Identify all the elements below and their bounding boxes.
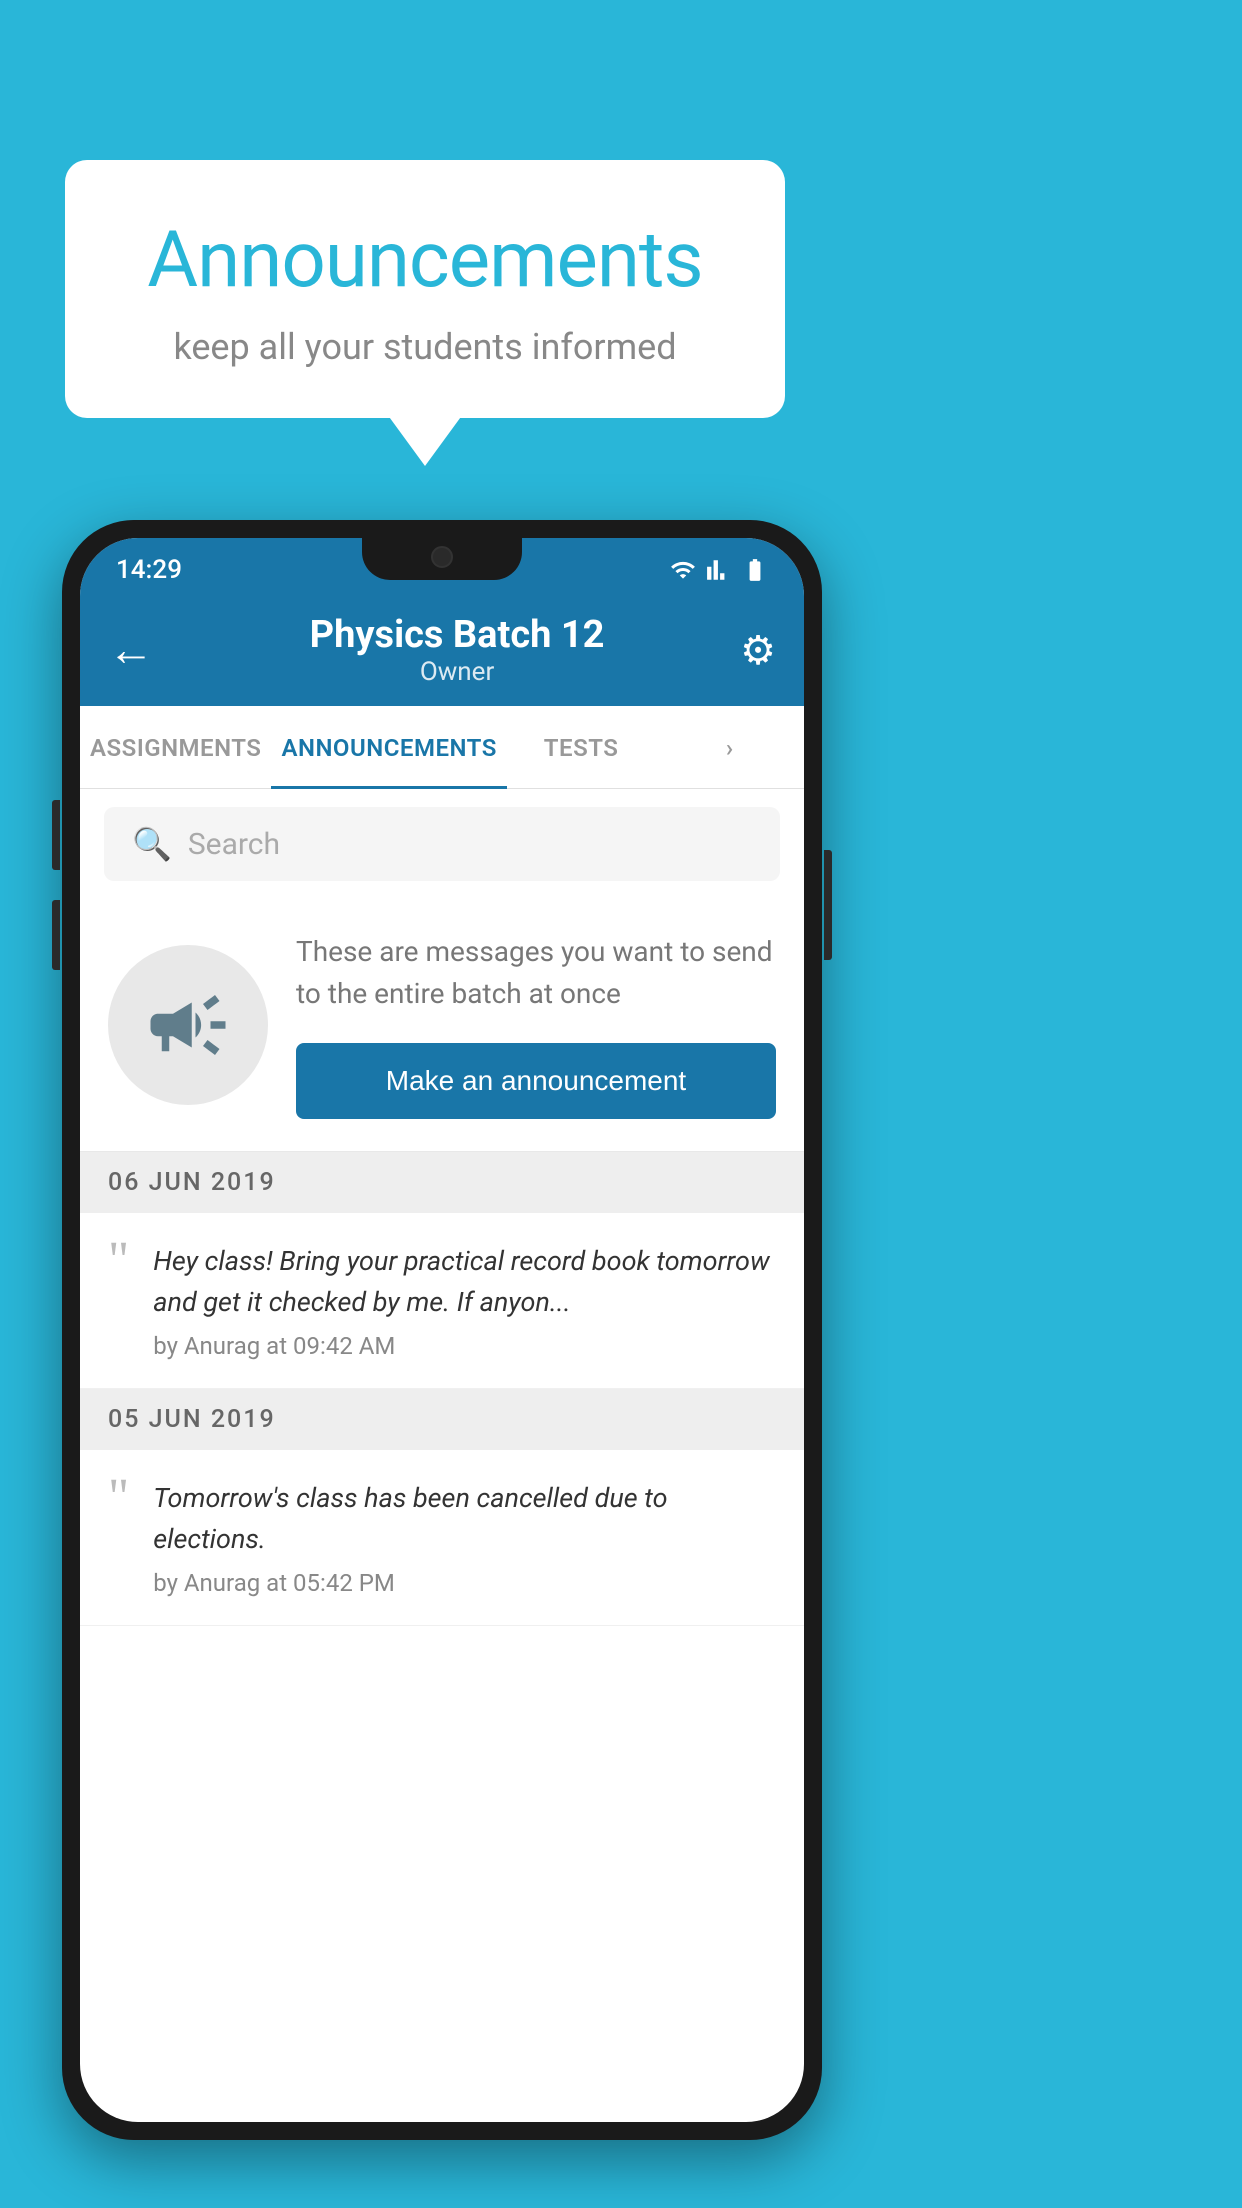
tab-more[interactable]: › (655, 706, 804, 788)
make-announcement-button[interactable]: Make an announcement (296, 1043, 776, 1119)
announcement-icon-circle (108, 945, 268, 1105)
speech-bubble: Announcements keep all your students inf… (65, 160, 785, 418)
quote-icon-2: " (108, 1472, 129, 1524)
phone-button-right (824, 850, 832, 960)
tab-announcements[interactable]: ANNOUNCEMENTS (271, 706, 506, 789)
date-separator-1: 06 JUN 2019 (80, 1152, 804, 1213)
quote-icon-1: " (108, 1235, 129, 1287)
phone-notch (362, 538, 522, 580)
app-bar-center: Physics Batch 12 Owner (174, 613, 740, 687)
app-bar: ← Physics Batch 12 Owner ⚙ (80, 594, 804, 706)
app-bar-title: Physics Batch 12 (174, 613, 740, 657)
announcement-text-2: Tomorrow's class has been cancelled due … (153, 1478, 776, 1597)
battery-icon (742, 557, 768, 583)
phone-mockup: 14:29 ← Physics Batch 12 Owner ⚙ (62, 520, 822, 2140)
search-placeholder: Search (188, 827, 280, 862)
announcement-meta-1: by Anurag at 09:42 AM (153, 1332, 776, 1360)
status-time: 14:29 (116, 555, 182, 585)
tab-tests[interactable]: TESTS (507, 706, 656, 788)
back-button[interactable]: ← (108, 627, 154, 673)
tabs-bar: ASSIGNMENTS ANNOUNCEMENTS TESTS › (80, 706, 804, 789)
announcement-item-1: " Hey class! Bring your practical record… (80, 1213, 804, 1389)
phone-button-left2 (52, 900, 60, 970)
app-bar-subtitle: Owner (174, 657, 740, 687)
settings-button[interactable]: ⚙ (740, 627, 776, 674)
status-icons (670, 557, 768, 583)
phone-outer: 14:29 ← Physics Batch 12 Owner ⚙ (62, 520, 822, 2140)
announcement-meta-2: by Anurag at 05:42 PM (153, 1569, 776, 1597)
search-icon: 🔍 (132, 825, 172, 863)
phone-screen: 14:29 ← Physics Batch 12 Owner ⚙ (80, 538, 804, 2122)
announcement-intro-right: These are messages you want to send to t… (296, 931, 776, 1119)
bubble-subtitle: keep all your students informed (125, 326, 725, 368)
phone-button-left (52, 800, 60, 870)
wifi-icon (670, 557, 696, 583)
tab-assignments[interactable]: ASSIGNMENTS (80, 706, 271, 788)
bubble-title: Announcements (125, 215, 725, 306)
date-separator-2: 05 JUN 2019 (80, 1389, 804, 1450)
signal-icon (706, 557, 732, 583)
megaphone-icon (143, 980, 233, 1070)
announcement-item-2: " Tomorrow's class has been cancelled du… (80, 1450, 804, 1626)
announcement-intro-text: These are messages you want to send to t… (296, 931, 776, 1015)
announcement-intro: These are messages you want to send to t… (80, 899, 804, 1152)
speech-bubble-container: Announcements keep all your students inf… (65, 160, 785, 418)
announcement-message-2: Tomorrow's class has been cancelled due … (153, 1478, 776, 1559)
search-bar[interactable]: 🔍 Search (104, 807, 780, 881)
search-container: 🔍 Search (80, 789, 804, 899)
announcement-message-1: Hey class! Bring your practical record b… (153, 1241, 776, 1322)
announcement-text-1: Hey class! Bring your practical record b… (153, 1241, 776, 1360)
phone-camera (431, 546, 453, 568)
